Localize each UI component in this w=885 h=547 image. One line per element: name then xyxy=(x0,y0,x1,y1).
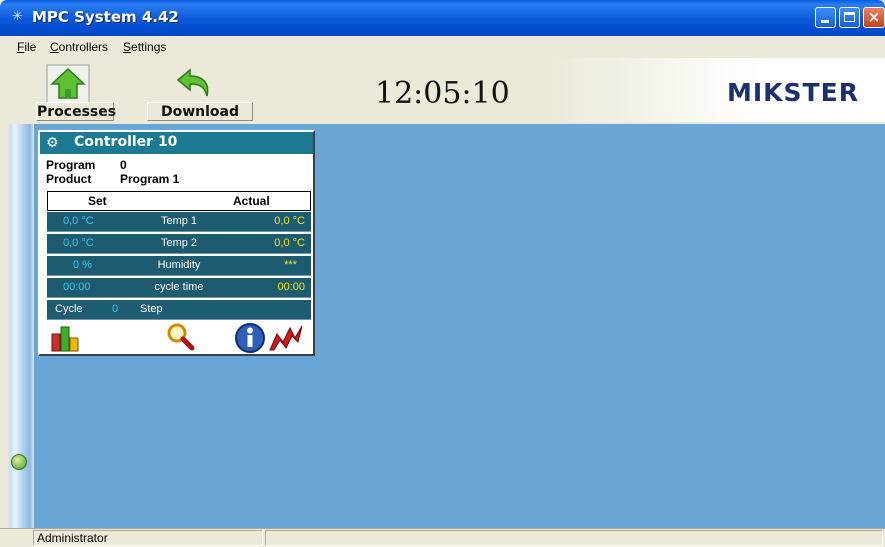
set-header: Set xyxy=(88,194,107,208)
status-user: Administrator xyxy=(37,531,108,545)
status-pane xyxy=(265,530,883,546)
processes-home-icon[interactable] xyxy=(46,64,90,104)
actual-value: 0,0 °C xyxy=(274,237,305,249)
processes-button[interactable]: Processes xyxy=(36,102,116,121)
controller-title: Controller 10 xyxy=(74,134,178,150)
chart-line-icon[interactable] xyxy=(268,324,304,352)
program-value: 0 xyxy=(120,158,127,172)
maximize-button[interactable] xyxy=(839,7,860,28)
actual-value: *** xyxy=(284,259,297,271)
controller-panel[interactable]: ⚙ Controller 10 Program 0 Product Progra… xyxy=(38,130,315,356)
actual-header: Actual xyxy=(233,194,270,208)
clock: 12:05:10 xyxy=(375,76,510,111)
status-bar: Administrator xyxy=(0,528,885,547)
row-name: Humidity xyxy=(157,259,201,271)
title-bar[interactable]: ✳ MPC System 4.42 × xyxy=(0,0,885,36)
actual-value: 0,0 °C xyxy=(274,215,305,227)
menu-settings[interactable]: Settings xyxy=(123,40,166,54)
controller-device-icon: ⚙ xyxy=(46,135,59,151)
actual-value: 00:00 xyxy=(277,281,305,293)
controller-header[interactable]: ⚙ Controller 10 xyxy=(40,132,313,154)
table-row[interactable]: 00:00 cycle time 00:00 xyxy=(47,278,311,298)
table-row[interactable]: 0 % Humidity *** xyxy=(47,256,311,276)
close-icon: × xyxy=(867,8,881,26)
step-label: Step xyxy=(140,303,163,315)
left-strip xyxy=(0,124,34,528)
maximize-icon xyxy=(844,12,855,22)
status-user-pane: Administrator xyxy=(33,530,263,546)
magnifier-icon[interactable] xyxy=(166,322,196,352)
table-row[interactable]: 0,0 °C Temp 1 0,0 °C xyxy=(47,212,311,232)
download-button[interactable]: Download xyxy=(147,102,253,121)
minimize-button[interactable] xyxy=(815,7,836,28)
cycle-label: Cycle xyxy=(55,303,83,315)
minimize-icon xyxy=(821,20,829,23)
row-name: Temp 1 xyxy=(160,215,198,227)
cycle-row[interactable]: Cycle 0 Step xyxy=(47,300,311,320)
refresh-icon[interactable] xyxy=(11,454,27,470)
menu-bar: File Controllers Settings xyxy=(0,37,885,58)
menu-controllers[interactable]: Controllers xyxy=(50,40,108,54)
bar-chart-icon[interactable] xyxy=(50,324,82,352)
product-value: Program 1 xyxy=(120,172,180,186)
menu-file[interactable]: File xyxy=(17,40,36,54)
table-row[interactable]: 0,0 °C Temp 2 0,0 °C xyxy=(47,234,311,254)
window-title: MPC System 4.42 xyxy=(32,8,179,26)
row-name: Temp 2 xyxy=(160,237,198,249)
product-label: Product xyxy=(46,172,92,186)
controller-toolbar xyxy=(42,320,312,354)
info-icon[interactable] xyxy=(234,322,266,354)
logo-text: MIKSTER xyxy=(727,78,859,106)
grid-header: Set Actual xyxy=(47,191,311,211)
program-label: Program xyxy=(46,158,96,172)
close-button[interactable]: × xyxy=(863,7,885,28)
download-arrow-icon[interactable] xyxy=(172,64,216,104)
mpc-app-icon[interactable]: ✳ xyxy=(12,10,26,24)
mikster-logo: MIKSTER xyxy=(727,78,859,106)
row-name: cycle time xyxy=(154,281,204,293)
cycle-value: 0 xyxy=(112,303,119,315)
